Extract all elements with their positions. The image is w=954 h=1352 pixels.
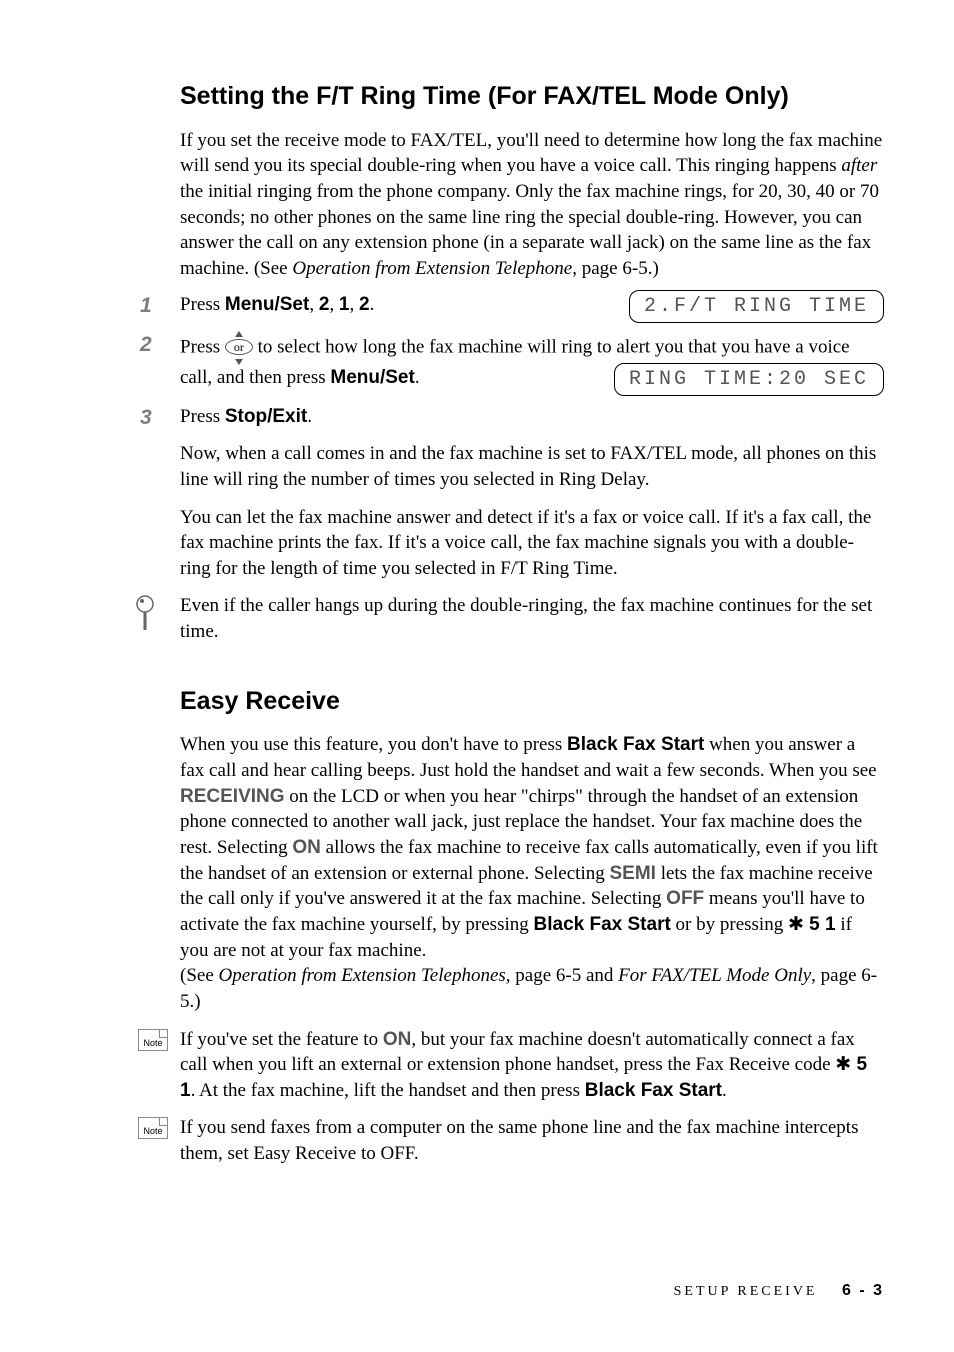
note-block-1: Note If you've set the feature to ON, bu… [180, 1027, 884, 1104]
option-semi: SEMI [609, 863, 655, 884]
lcd-word: RECEIVING [180, 786, 285, 807]
magnifier-icon [135, 595, 157, 641]
note-icon: Note [138, 1117, 168, 1139]
section2-paragraph: When you use this feature, you don't hav… [180, 732, 884, 1014]
star-icon: ✱ [835, 1054, 851, 1075]
text: If you set the receive mode to FAX/TEL, … [180, 130, 882, 177]
text: , page 6-5 and [506, 965, 618, 986]
lcd-display: 2.F/T RING TIME [629, 290, 884, 323]
updown-or-icon: or [225, 331, 253, 365]
text: . [307, 406, 312, 427]
text: Press [180, 336, 225, 357]
reference: Operation from Extension Telephones [219, 965, 506, 986]
text: , [309, 294, 319, 315]
text: If you've set the feature to [180, 1029, 383, 1050]
note-icon: Note [138, 1029, 168, 1051]
key-label: Black Fax Start [534, 914, 671, 935]
section1-title: Setting the F/T Ring Time (For FAX/TEL M… [180, 80, 884, 114]
footer-page: 6 - 3 [842, 1282, 884, 1299]
text-italic: after [841, 155, 877, 176]
text: Press [180, 294, 225, 315]
key-label: Black Fax Start [567, 734, 704, 755]
text: If you send faxes from a computer on the… [180, 1117, 858, 1164]
text: . [370, 294, 375, 315]
step-3: 3 Press Stop/Exit. [180, 404, 884, 430]
key-label: Stop/Exit [225, 406, 307, 427]
reference: Operation from Extension Telephone [292, 258, 572, 279]
text: , [329, 294, 339, 315]
key-label: 1 [339, 294, 350, 315]
paragraph: Now, when a call comes in and the fax ma… [180, 441, 884, 492]
star-icon: ✱ [788, 914, 804, 935]
text: , page 6-5.) [572, 258, 659, 279]
option-on: ON [383, 1029, 412, 1050]
code: 5 1 [804, 914, 836, 935]
text: . [415, 367, 420, 388]
paragraph: You can let the fax machine answer and d… [180, 505, 884, 582]
key-label: 2 [319, 294, 330, 315]
text: or by pressing [671, 914, 788, 935]
page-footer: SETUP RECEIVE 6 - 3 [674, 1280, 884, 1302]
lcd-display: RING TIME:20 SEC [614, 363, 884, 396]
key-label: 2 [359, 294, 370, 315]
option-on: ON [292, 837, 321, 858]
key-label: Menu/Set [225, 294, 309, 315]
step-number: 3 [140, 404, 152, 432]
step-1: 1 Press Menu/Set, 2, 1, 2. 2.F/T RING TI… [180, 292, 884, 323]
text: . [722, 1080, 727, 1101]
key-label: Menu/Set [330, 367, 414, 388]
tip-text: Even if the caller hangs up during the d… [180, 595, 872, 642]
footer-section: SETUP RECEIVE [674, 1284, 818, 1299]
tip-block: Even if the caller hangs up during the d… [180, 593, 884, 644]
step-number: 1 [140, 292, 152, 320]
text: Press [180, 406, 225, 427]
text: . At the fax machine, lift the handset a… [191, 1080, 585, 1101]
text: When you use this feature, you don't hav… [180, 734, 567, 755]
text: , [349, 294, 359, 315]
text: (See [180, 965, 219, 986]
key-label: Black Fax Start [585, 1080, 722, 1101]
section1-intro: If you set the receive mode to FAX/TEL, … [180, 128, 884, 282]
step-2: 2 Press or to select how long the fax ma… [180, 331, 884, 396]
option-off: OFF [666, 888, 704, 909]
section2-title: Easy Receive [180, 685, 884, 719]
note-block-2: Note If you send faxes from a computer o… [180, 1115, 884, 1166]
reference: For FAX/TEL Mode Only [618, 965, 811, 986]
step-number: 2 [140, 331, 152, 359]
